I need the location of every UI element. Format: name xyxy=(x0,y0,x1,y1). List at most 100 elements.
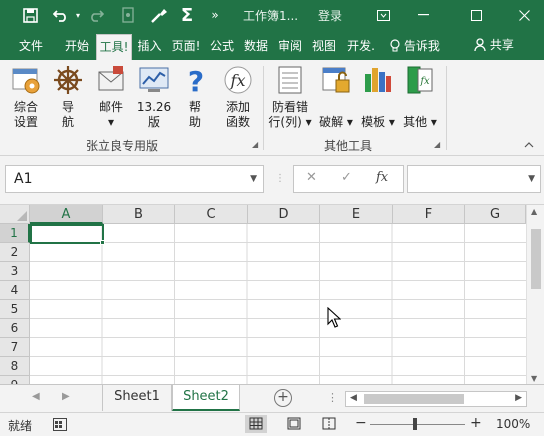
share-button[interactable]: 共享 xyxy=(468,34,520,58)
row-header[interactable]: 5 xyxy=(0,300,30,319)
insert-function-icon[interactable]: fx xyxy=(376,170,388,185)
dialog-launcher-icon[interactable]: ◢ xyxy=(434,140,440,149)
name-box-value: A1 xyxy=(14,171,33,187)
tab-file[interactable]: 文件 xyxy=(12,34,50,60)
tab-insert[interactable]: 插入 xyxy=(133,34,166,60)
zoom-slider-knob[interactable] xyxy=(413,418,417,430)
row-header[interactable]: 6 xyxy=(0,319,30,338)
add-function-button[interactable]: fx 添加 函数 xyxy=(220,64,256,130)
mail-button[interactable]: 邮件 ▾ xyxy=(92,64,130,130)
minimize-icon[interactable] xyxy=(403,0,443,30)
tab-data[interactable]: 数据 xyxy=(240,34,272,60)
tab-home[interactable]: 开始 xyxy=(60,34,94,60)
prev-sheet-icon[interactable]: ◀ xyxy=(32,391,40,402)
tab-page-layout[interactable]: 页面! xyxy=(168,34,204,60)
row-header[interactable]: 1 xyxy=(0,224,30,243)
active-cell[interactable] xyxy=(30,224,104,244)
macro-record-icon[interactable] xyxy=(53,418,67,434)
collapse-ribbon-icon[interactable] xyxy=(524,140,534,151)
page-layout-view-icon[interactable] xyxy=(283,415,305,433)
version-button[interactable]: 13.26 版 xyxy=(134,64,174,130)
scroll-left-icon[interactable]: ◀ xyxy=(350,393,357,403)
close-icon[interactable] xyxy=(504,0,544,30)
svg-text:fx: fx xyxy=(230,71,246,90)
navigation-button[interactable]: 导 航 xyxy=(50,64,86,130)
normal-view-icon[interactable] xyxy=(245,415,267,433)
crack-icon xyxy=(320,64,352,96)
template-button[interactable]: 模板 ▾ xyxy=(358,64,398,130)
cancel-icon[interactable]: ✕ xyxy=(306,170,317,185)
column-header[interactable]: B xyxy=(103,205,175,224)
undo-dropdown-icon[interactable]: ▾ xyxy=(72,0,84,30)
column-header[interactable]: F xyxy=(393,205,465,224)
help-line2: 助 xyxy=(188,115,201,129)
h-scroll-thumb[interactable] xyxy=(364,394,464,404)
zoom-slider-track[interactable] xyxy=(370,424,465,425)
column-header[interactable]: C xyxy=(175,205,248,224)
worksheet-grid[interactable]: A B C D E F G 1 2 3 4 5 6 7 8 9 ▲ ▼ xyxy=(0,204,544,384)
scroll-thumb[interactable] xyxy=(531,229,541,289)
page-break-view-icon[interactable] xyxy=(318,415,340,433)
tab-review[interactable]: 审阅 xyxy=(274,34,306,60)
login-link[interactable]: 登录 xyxy=(318,7,342,24)
general-settings-button[interactable]: 综合 设置 xyxy=(6,64,46,130)
tab-tools[interactable]: 工具! xyxy=(96,34,132,60)
row-guard-button[interactable]: 防看错 行(列) ▾ xyxy=(268,64,312,130)
grip-icon[interactable]: ⋮ xyxy=(275,173,285,184)
mouse-cursor-icon xyxy=(327,306,342,332)
scroll-up-icon[interactable]: ▲ xyxy=(531,207,537,216)
column-header[interactable]: D xyxy=(248,205,320,224)
row-header[interactable]: 3 xyxy=(0,262,30,281)
sum-icon[interactable]: Σ xyxy=(176,0,198,30)
chevron-down-icon[interactable]: ▼ xyxy=(250,166,257,192)
sheet-tab-sheet2[interactable]: Sheet2 xyxy=(172,385,240,411)
name-box[interactable]: A1 ▼ xyxy=(5,165,264,193)
horizontal-scrollbar[interactable]: ◀ ▶ xyxy=(345,391,527,407)
tab-splitter-icon[interactable]: ⋮ xyxy=(327,391,338,404)
help-button[interactable]: ? 帮 助 xyxy=(180,64,210,130)
save-icon[interactable] xyxy=(18,0,42,30)
expand-formula-icon[interactable]: ▼ xyxy=(528,174,535,184)
zoom-level[interactable]: 100% xyxy=(496,417,530,431)
row-header[interactable]: 4 xyxy=(0,281,30,300)
add-sheet-icon[interactable]: + xyxy=(274,389,292,407)
next-sheet-icon[interactable]: ▶ xyxy=(62,391,70,402)
tell-me-label: 告诉我 xyxy=(403,39,440,53)
help-line1: 帮 xyxy=(188,100,201,114)
dialog-launcher-icon[interactable]: ◢ xyxy=(252,140,258,149)
row-header[interactable]: 8 xyxy=(0,357,30,376)
formula-input[interactable]: ▼ xyxy=(407,165,541,193)
scroll-right-icon[interactable]: ▶ xyxy=(515,393,522,403)
zoom-out-button[interactable]: − xyxy=(355,415,367,431)
sheet-tab-sheet1[interactable]: Sheet1 xyxy=(102,385,172,411)
version-line2: 版 xyxy=(147,115,160,129)
fill-handle[interactable] xyxy=(100,240,105,245)
undo-icon[interactable] xyxy=(50,0,72,30)
tab-developer[interactable]: 开发. xyxy=(342,34,380,60)
redo-icon[interactable] xyxy=(86,0,106,30)
cell-area[interactable] xyxy=(30,224,526,384)
tab-formulas[interactable]: 公式 xyxy=(206,34,238,60)
tell-me-search[interactable]: 告诉我 xyxy=(390,34,440,60)
restore-icon[interactable] xyxy=(456,0,496,30)
column-header[interactable]: G xyxy=(465,205,526,224)
select-all-corner[interactable] xyxy=(0,205,30,224)
crack-button[interactable]: 破解 ▾ xyxy=(316,64,356,130)
general-settings-line2: 设置 xyxy=(13,115,38,129)
row-guard-icon xyxy=(274,64,306,96)
zoom-in-button[interactable]: + xyxy=(470,415,482,431)
more-icon[interactable]: » xyxy=(207,0,223,30)
touch-mode-icon[interactable] xyxy=(118,0,138,30)
enter-icon[interactable]: ✓ xyxy=(341,170,352,185)
column-header[interactable]: E xyxy=(320,205,393,224)
scroll-down-icon[interactable]: ▼ xyxy=(531,374,537,383)
ribbon-display-icon[interactable] xyxy=(363,0,403,30)
row-header[interactable]: 9 xyxy=(0,376,30,384)
row-header[interactable]: 2 xyxy=(0,243,30,262)
other-tools-button[interactable]: fx 其他 ▾ xyxy=(400,64,440,130)
vertical-scrollbar[interactable]: ▲ ▼ xyxy=(526,205,544,384)
column-header[interactable]: A xyxy=(30,205,103,224)
tab-view[interactable]: 视图 xyxy=(308,34,340,60)
format-painter-icon[interactable] xyxy=(148,0,170,30)
row-header[interactable]: 7 xyxy=(0,338,30,357)
